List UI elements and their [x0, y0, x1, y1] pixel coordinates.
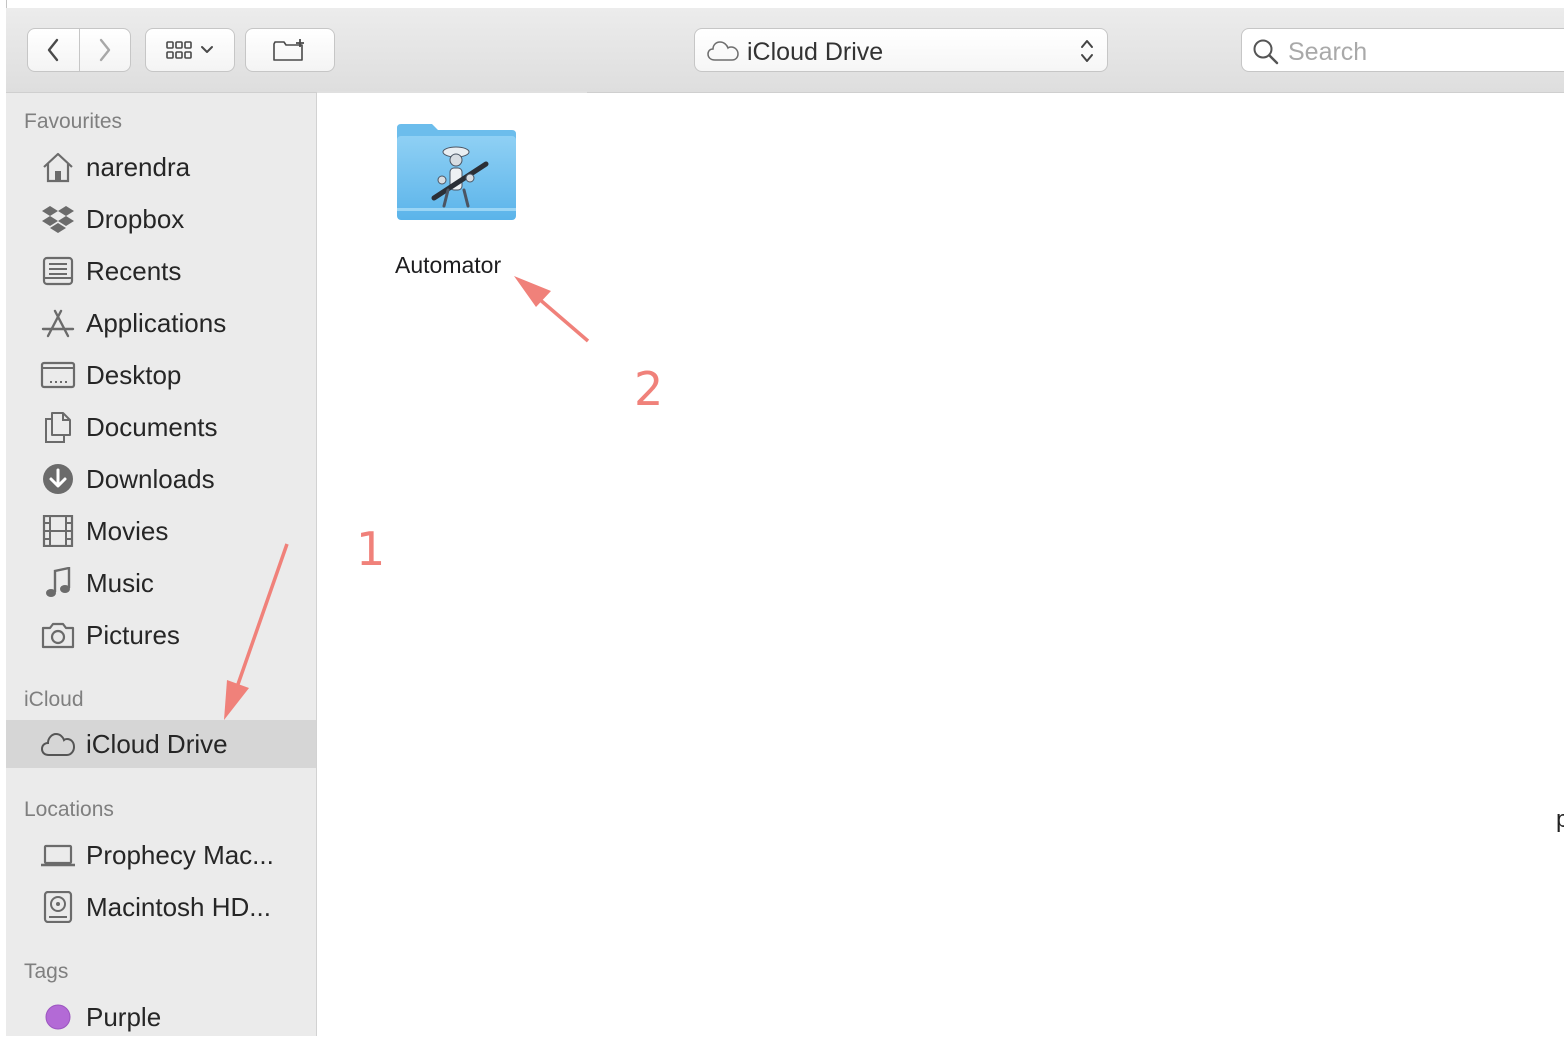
- clipped-text-fragment: p: [1556, 806, 1564, 833]
- annotation-number-2: 2: [634, 362, 664, 416]
- annotation-number-1: 1: [356, 522, 386, 576]
- annotation-arrows: [224, 276, 590, 720]
- annotation-arrow-1: [234, 543, 289, 691]
- annotation-arrowhead-1: [224, 680, 249, 720]
- annotation-arrow-2: [536, 296, 590, 343]
